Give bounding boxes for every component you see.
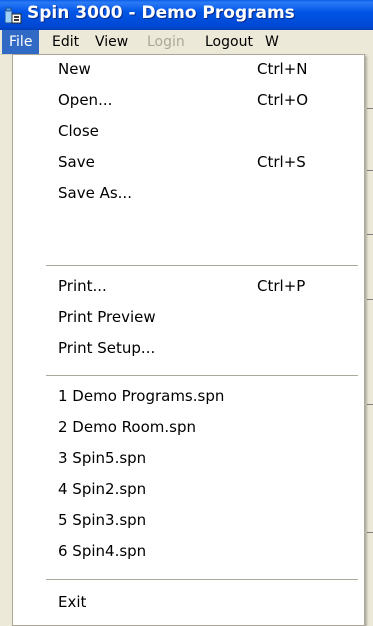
- menu-item-shortcut: Ctrl+S: [257, 153, 306, 171]
- menu-item-label: 5 Spin3.spn: [58, 511, 147, 529]
- menu-item-shortcut: Ctrl+P: [257, 277, 306, 295]
- menu-item-print[interactable]: Print... Ctrl+P: [14, 272, 363, 303]
- menu-item-label: 1 Demo Programs.spn: [58, 387, 225, 405]
- menu-item-label: Print Preview: [58, 308, 156, 326]
- menu-item-save-as[interactable]: Save As...: [14, 179, 363, 210]
- window-title: Spin 3000 - Demo Programs: [27, 3, 295, 23]
- menu-item-recent-file-3[interactable]: 3 Spin5.spn: [14, 444, 363, 475]
- menu-view[interactable]: View: [95, 30, 128, 54]
- menu-item-recent-file-6[interactable]: 6 Spin4.spn: [14, 537, 363, 568]
- menu-item-recent-file-1[interactable]: 1 Demo Programs.spn: [14, 382, 363, 413]
- menu-item-label: 4 Spin2.spn: [58, 480, 147, 498]
- menu-item-label: Open...: [58, 91, 113, 109]
- menu-file[interactable]: File: [2, 30, 40, 54]
- menu-item-save[interactable]: Save Ctrl+S: [14, 148, 363, 179]
- application-window: Spin 3000 - Demo Programs File Edit View…: [0, 0, 373, 626]
- menu-item-label: Save As...: [58, 184, 132, 202]
- menu-item-label: Print Setup...: [58, 339, 156, 357]
- menu-item-label: 3 Spin5.spn: [58, 449, 147, 467]
- menu-item-recent-file-5[interactable]: 5 Spin3.spn: [14, 506, 363, 537]
- menu-separator: [46, 375, 358, 377]
- menu-window[interactable]: W: [265, 30, 279, 54]
- menu-item-label: Save: [58, 153, 95, 171]
- menu-separator: [46, 579, 358, 581]
- file-menu-dropdown: New Ctrl+N Open... Ctrl+O Close Save Ctr…: [12, 54, 365, 626]
- menu-item-label: Print...: [58, 277, 107, 295]
- menu-item-label: 6 Spin4.spn: [58, 542, 147, 560]
- menu-edit[interactable]: Edit: [52, 30, 79, 54]
- app-icon: [4, 7, 22, 24]
- menu-separator: [46, 265, 358, 267]
- menu-item-label: New: [58, 60, 91, 78]
- background-window-edge: [367, 54, 373, 626]
- menu-item-recent-file-4[interactable]: 4 Spin2.spn: [14, 475, 363, 506]
- menu-item-recent-file-2[interactable]: 2 Demo Room.spn: [14, 413, 363, 444]
- menu-item-new[interactable]: New Ctrl+N: [14, 55, 363, 86]
- menu-item-print-preview[interactable]: Print Preview: [14, 303, 363, 334]
- menu-logout[interactable]: Logout: [205, 30, 253, 54]
- menu-item-open[interactable]: Open... Ctrl+O: [14, 86, 363, 117]
- menu-item-exit[interactable]: Exit: [14, 588, 363, 619]
- menu-login: Login: [147, 34, 185, 50]
- menu-item-close[interactable]: Close: [14, 117, 363, 148]
- menu-bar: File Edit View Login Logout W: [0, 30, 373, 55]
- menu-item-label: Close: [58, 122, 99, 140]
- title-bar[interactable]: Spin 3000 - Demo Programs: [0, 0, 373, 30]
- menu-item-shortcut: Ctrl+O: [257, 91, 309, 109]
- menu-item-print-setup[interactable]: Print Setup...: [14, 334, 363, 365]
- menu-item-shortcut: Ctrl+N: [257, 60, 308, 78]
- menu-item-label: 2 Demo Room.spn: [58, 418, 196, 436]
- menu-item-label: Exit: [58, 593, 87, 611]
